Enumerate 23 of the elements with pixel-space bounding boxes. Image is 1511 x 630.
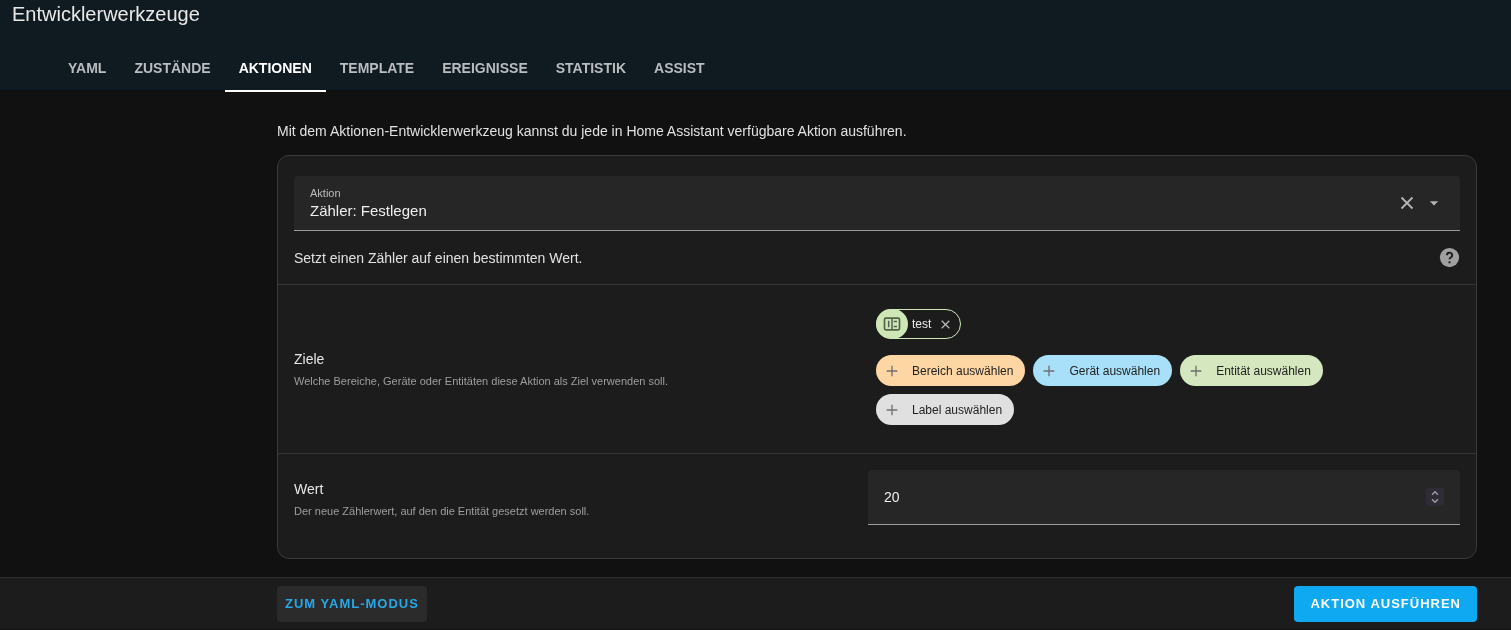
tab[interactable]: ZUSTÄNDE	[120, 48, 225, 92]
section-title: Ziele	[294, 351, 326, 367]
action-select[interactable]: Aktion Zähler: Festlegen	[294, 176, 1460, 231]
target-picker-button[interactable]: Bereich auswählen	[876, 355, 1026, 386]
tab[interactable]: TEMPLATE	[325, 48, 429, 92]
section-hint: Welche Bereiche, Geräte oder Entitäten diese Aktion als Ziel verwenden soll.	[294, 375, 669, 387]
intro-text: Mit dem Aktionen-Entwicklerwerkzeug kannst du jede in Home Assistant verfügbare Aktion ausführen.	[277, 122, 908, 141]
section-hint: Der neue Zählerwert, auf den die Entität gesetzt werden soll.	[294, 505, 591, 517]
number-field[interactable]: 20	[868, 470, 1460, 525]
tab[interactable]: YAML	[54, 48, 121, 92]
tab[interactable]: ASSIST	[640, 48, 719, 92]
target-picker-button[interactable]: Gerät auswählen	[1033, 355, 1173, 386]
tab[interactable]: EREIGNISSE	[428, 48, 542, 92]
tab[interactable]: STATISTIK	[541, 48, 640, 92]
yaml-mode-button[interactable]: ZUM YAML-MODUS	[277, 585, 427, 622]
action-description: Setzt einen Zähler auf einen bestimmten Wert.	[294, 249, 583, 266]
section-title: Wert	[294, 481, 325, 497]
chip-label: test	[912, 317, 932, 331]
target-picker-button[interactable]: Label auswählen	[876, 394, 1015, 425]
tab[interactable]: AKTIONEN	[224, 48, 326, 92]
page-title: Entwicklerwerkzeuge	[11, 2, 201, 27]
target-picker-button[interactable]: Entität auswählen	[1180, 355, 1323, 386]
help-icon[interactable]	[1439, 247, 1460, 268]
